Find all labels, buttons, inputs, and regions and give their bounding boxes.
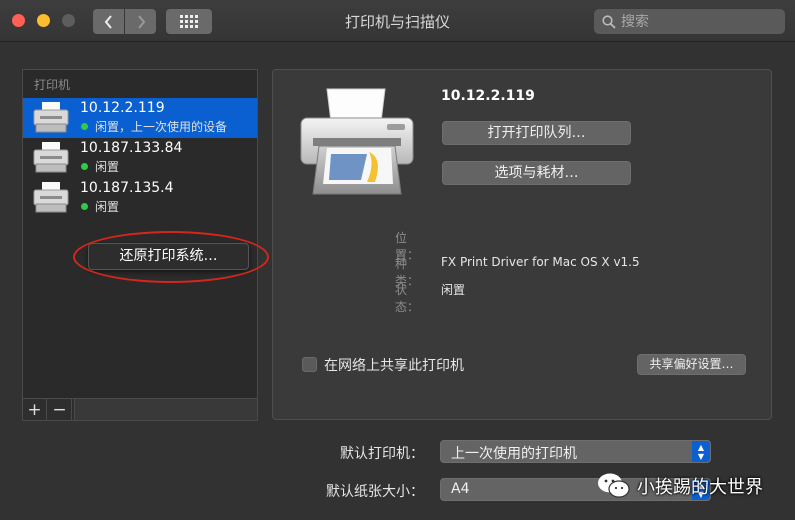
default-paper-value: A4 — [451, 481, 470, 497]
search-field[interactable] — [594, 9, 785, 34]
default-printer-value: 上一次使用的打印机 — [451, 446, 577, 462]
share-printer-checkbox[interactable] — [302, 357, 317, 372]
search-input[interactable] — [621, 13, 771, 30]
remove-printer-button[interactable]: − — [48, 399, 72, 420]
default-printer-select[interactable]: 上一次使用的打印机 ▲ ▼ — [440, 440, 711, 463]
add-printer-button[interactable]: + — [23, 399, 47, 420]
watermark: 小挨踢的大世界 — [597, 470, 763, 502]
annotation-circle — [73, 231, 269, 283]
options-supplies-button[interactable]: 选项与耗材… — [442, 161, 631, 185]
open-print-queue-button[interactable]: 打开打印队列… — [442, 121, 631, 145]
printer-detail-panel: 10.12.2.119 打开打印队列… 选项与耗材… 位置： 种类： FX Pr… — [272, 69, 772, 420]
state-label: 状态： — [395, 283, 420, 314]
printer-list-item-1[interactable]: 10.12.2.119 闲置，上一次使用的设备 — [23, 98, 257, 138]
printer-status: 闲置，上一次使用的设备 — [95, 120, 228, 134]
kind-value: FX Print Driver for Mac OS X v1.5 — [441, 255, 640, 269]
printer-status: 闲置 — [95, 200, 120, 214]
status-idle-icon — [81, 163, 88, 170]
popup-arrows-icon: ▲ ▼ — [692, 441, 710, 462]
printer-status: 闲置 — [95, 160, 120, 174]
status-idle-icon — [81, 123, 88, 130]
printer-icon — [33, 102, 69, 133]
share-printer-label[interactable]: 在网络上共享此打印机 — [324, 355, 464, 375]
wechat-logo-icon — [598, 473, 630, 498]
printer-list-header: 打印机 — [34, 78, 71, 92]
printer-title: 10.12.2.119 — [441, 88, 535, 104]
printer-list-footer: + − — [23, 398, 257, 420]
status-idle-icon — [81, 203, 88, 210]
printer-icon — [33, 182, 69, 213]
printer-icon — [33, 142, 69, 173]
printer-name: 10.187.133.84 — [80, 140, 183, 156]
search-icon — [602, 14, 616, 29]
state-value: 闲置 — [441, 283, 466, 297]
default-paper-label: 默认纸张大小： — [326, 484, 424, 500]
footer-spacer — [74, 399, 257, 420]
printer-list-item-2[interactable]: 10.187.133.84 闲置 — [23, 138, 257, 178]
title-bar: 打印机与扫描仪 — [0, 0, 795, 42]
printer-large-icon — [300, 88, 414, 195]
watermark-text: 小挨踢的大世界 — [637, 477, 763, 498]
default-printer-label: 默认打印机： — [340, 446, 424, 462]
sharing-preferences-button[interactable]: 共享偏好设置… — [637, 354, 746, 375]
printer-name: 10.187.135.4 — [80, 180, 174, 196]
printer-list-item-3[interactable]: 10.187.135.4 闲置 — [23, 178, 257, 218]
printer-name: 10.12.2.119 — [80, 100, 165, 116]
